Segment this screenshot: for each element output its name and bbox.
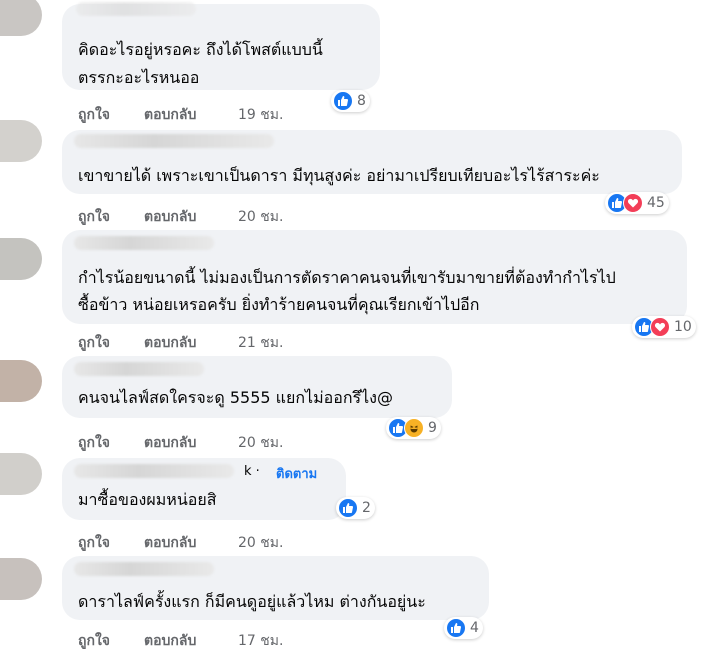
reaction-count: 8 (357, 93, 366, 109)
comment-bubble: เขาขายได้ เพราะเขาเป็นดารา มีทุนสูงค่ะ อ… (62, 130, 682, 194)
timestamp[interactable]: 17 ชม. (238, 630, 283, 652)
commenter-name[interactable] (76, 2, 196, 16)
like-icon (333, 91, 353, 111)
comment-text: คนจนไลฟ์สดใครจะดู 5555 แยกไม่ออกรึไง@ (78, 388, 393, 407)
reaction-summary[interactable]: 8 (331, 90, 370, 112)
avatar[interactable] (0, 453, 42, 495)
comment-text: กำไรน้อยขนาดนี้ ไม่มองเป็นการตัดราคาคนจน… (78, 268, 616, 287)
timestamp[interactable]: 20 ชม. (238, 432, 283, 454)
reply-link[interactable]: ตอบกลับ (144, 332, 196, 354)
reply-link[interactable]: ตอบกลับ (144, 104, 196, 126)
love-icon (650, 317, 670, 337)
comment-text: คิดอะไรอยู่หรอคะ ถึงได้โพสต์แบบนี้ (78, 40, 323, 59)
reaction-summary[interactable]: 10 (632, 316, 696, 338)
reaction-summary[interactable]: 45 (605, 192, 669, 214)
like-link[interactable]: ถูกใจ (78, 630, 110, 652)
like-link[interactable]: ถูกใจ (78, 206, 110, 228)
comment-bubble: k · ติดตาม มาซื้อของผมหน่อยสิ (62, 458, 346, 520)
avatar[interactable] (0, 360, 42, 402)
reaction-summary[interactable]: 2 (336, 497, 375, 519)
commenter-name[interactable] (74, 562, 214, 576)
commenter-name-suffix: k · (244, 464, 260, 479)
timestamp[interactable]: 20 ชม. (238, 532, 283, 554)
reaction-count: 2 (362, 500, 371, 516)
haha-icon (404, 418, 424, 438)
avatar[interactable] (0, 558, 42, 600)
commenter-name[interactable] (74, 134, 274, 148)
timestamp[interactable]: 21 ชม. (238, 332, 283, 354)
reaction-summary[interactable]: 9 (386, 417, 441, 439)
comment-bubble: ดาราไลฟ์ครั้งแรก ก็มีคนดูอยู่แล้วไหม ต่า… (62, 556, 489, 620)
reaction-count: 9 (428, 420, 437, 436)
reply-link[interactable]: ตอบกลับ (144, 630, 196, 652)
reaction-summary[interactable]: 4 (444, 617, 483, 639)
love-icon (623, 193, 643, 213)
comment-text: มาซื้อของผมหน่อยสิ (78, 490, 217, 509)
avatar[interactable] (0, 120, 42, 162)
reaction-count: 45 (647, 195, 665, 211)
like-link[interactable]: ถูกใจ (78, 432, 110, 454)
commenter-name[interactable] (74, 464, 234, 478)
comment-text: ดาราไลฟ์ครั้งแรก ก็มีคนดูอยู่แล้วไหม ต่า… (78, 592, 426, 611)
like-icon (446, 618, 466, 638)
comment-bubble: คิดอะไรอยู่หรอคะ ถึงได้โพสต์แบบนี้ ตรรกะ… (62, 2, 380, 90)
reaction-count: 10 (674, 319, 692, 335)
comment-text: เขาขายได้ เพราะเขาเป็นดารา มีทุนสูงค่ะ อ… (78, 166, 600, 185)
timestamp[interactable]: 20 ชม. (238, 206, 283, 228)
like-link[interactable]: ถูกใจ (78, 104, 110, 126)
timestamp[interactable]: 19 ชม. (238, 104, 283, 126)
reply-link[interactable]: ตอบกลับ (144, 532, 196, 554)
comment-bubble: คนจนไลฟ์สดใครจะดู 5555 แยกไม่ออกรึไง@ (62, 356, 452, 418)
commenter-name[interactable] (74, 362, 204, 376)
reply-link[interactable]: ตอบกลับ (144, 206, 196, 228)
reply-link[interactable]: ตอบกลับ (144, 432, 196, 454)
avatar[interactable] (0, 238, 42, 280)
like-icon (338, 498, 358, 518)
avatar[interactable] (0, 0, 42, 36)
like-link[interactable]: ถูกใจ (78, 332, 110, 354)
comment-bubble: กำไรน้อยขนาดนี้ ไม่มองเป็นการตัดราคาคนจน… (62, 230, 687, 324)
commenter-name[interactable] (74, 236, 214, 250)
follow-link[interactable]: ติดตาม (276, 463, 317, 484)
comment-text: ตรรกะอะไรหนออ (78, 68, 200, 87)
reaction-count: 4 (470, 620, 479, 636)
like-link[interactable]: ถูกใจ (78, 532, 110, 554)
comment-text: ซื้อข้าว หน่อยเหรอครับ ยิ่งทำร้ายคนจนที่… (78, 295, 480, 314)
